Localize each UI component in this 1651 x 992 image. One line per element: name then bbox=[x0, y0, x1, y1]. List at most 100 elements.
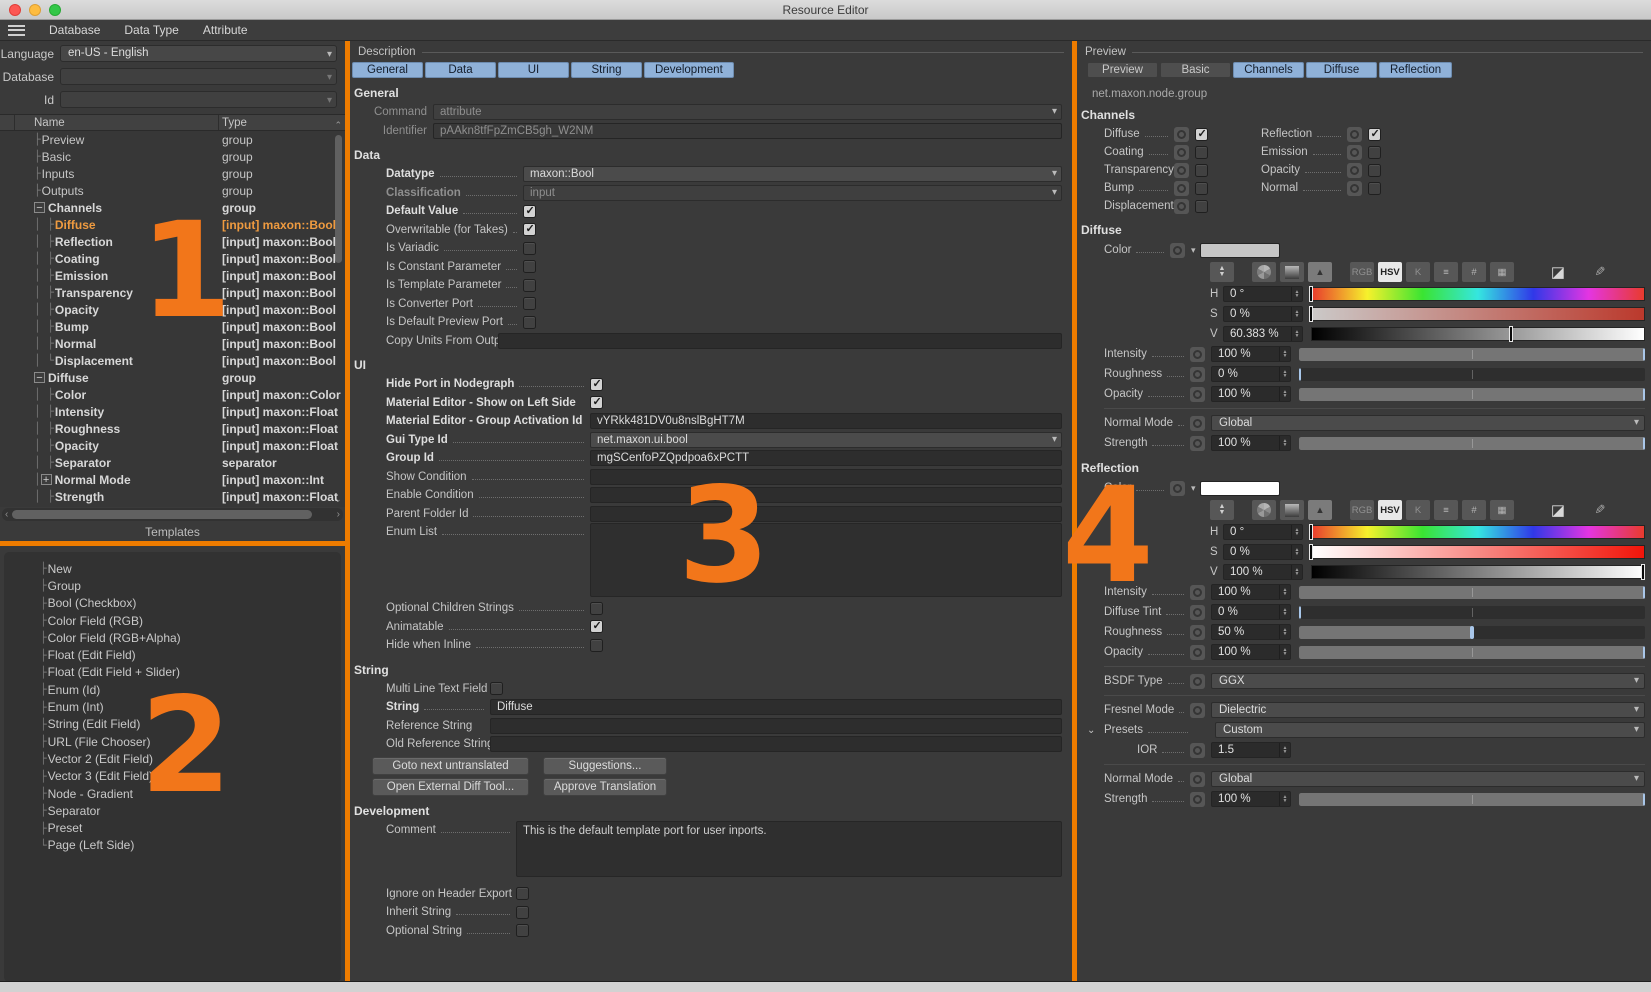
diffuse-sat-gradient[interactable] bbox=[1311, 307, 1645, 321]
port-circle-icon[interactable] bbox=[1347, 127, 1362, 142]
mixer-mode-icon[interactable]: ≡ bbox=[1434, 262, 1458, 282]
menu-database[interactable]: Database bbox=[49, 23, 100, 37]
compare-colors-icon[interactable]: ◪ bbox=[1546, 500, 1570, 520]
mixer-mode-icon[interactable]: ≡ bbox=[1434, 500, 1458, 520]
list-item[interactable]: ├New bbox=[4, 560, 341, 577]
strength-slider[interactable] bbox=[1299, 437, 1645, 450]
command-select[interactable]: attribute▾ bbox=[433, 104, 1062, 120]
open-external-diff-button[interactable]: Open External Diff Tool... bbox=[372, 778, 529, 796]
expander-icon[interactable]: + bbox=[41, 474, 52, 485]
tab-general[interactable]: General bbox=[352, 62, 423, 78]
stepper-icon[interactable]: ▲▼ bbox=[1279, 347, 1290, 361]
opacity-slider[interactable] bbox=[1299, 388, 1645, 401]
slider-thumb[interactable] bbox=[1299, 368, 1301, 381]
is-variadic-checkbox[interactable] bbox=[523, 242, 536, 255]
channel-checkbox[interactable] bbox=[1195, 182, 1208, 195]
optional-string-checkbox[interactable] bbox=[516, 924, 529, 937]
roughness-slider[interactable] bbox=[1299, 626, 1645, 639]
reflection-hue-field[interactable]: 0 °▲▼ bbox=[1223, 524, 1303, 540]
reflection-val-gradient[interactable] bbox=[1311, 565, 1645, 579]
group-id-field[interactable]: mgSCenfoPZQpdpoa6xPCTT bbox=[590, 450, 1062, 466]
multiline-checkbox[interactable] bbox=[490, 682, 503, 695]
channel-checkbox[interactable] bbox=[1368, 128, 1381, 141]
port-circle-icon[interactable] bbox=[1174, 127, 1189, 142]
color-wheel-icon[interactable] bbox=[1252, 500, 1276, 520]
stepper-icon[interactable]: ▲▼ bbox=[1279, 792, 1290, 806]
expander-icon[interactable]: − bbox=[34, 372, 45, 383]
eyedropper-icon[interactable]: ✎ bbox=[1588, 262, 1612, 282]
intensity-field[interactable]: 100 %▲▼ bbox=[1211, 346, 1291, 362]
swatches-mode-icon[interactable]: ▦ bbox=[1490, 262, 1514, 282]
reflection-hue-gradient[interactable] bbox=[1311, 525, 1645, 539]
slider-thumb[interactable] bbox=[1643, 586, 1645, 599]
close-window-icon[interactable] bbox=[9, 4, 21, 16]
list-item[interactable]: ├Color Field (RGB+Alpha) bbox=[4, 629, 341, 646]
port-circle-icon[interactable] bbox=[1174, 163, 1189, 178]
collapse-icon[interactable]: ▲▼ bbox=[1210, 262, 1234, 282]
stepper-icon[interactable]: ▲▼ bbox=[1291, 327, 1302, 341]
port-circle-icon[interactable] bbox=[1190, 772, 1205, 787]
normal-mode-select[interactable]: Global▾ bbox=[1211, 415, 1645, 431]
port-circle-icon[interactable] bbox=[1190, 625, 1205, 640]
gui-type-select[interactable]: net.maxon.ui.bool▾ bbox=[590, 432, 1062, 448]
list-item[interactable]: ├Bool (Checkbox) bbox=[4, 595, 341, 612]
hex-mode-icon[interactable]: # bbox=[1462, 262, 1486, 282]
slider-thumb[interactable] bbox=[1643, 437, 1645, 450]
image-icon[interactable]: ▲ bbox=[1308, 500, 1332, 520]
ior-field[interactable]: 1.5▲▼ bbox=[1211, 742, 1291, 758]
slider-thumb[interactable] bbox=[1643, 348, 1645, 361]
roughness-field[interactable]: 0 %▲▼ bbox=[1211, 366, 1291, 382]
is-converter-checkbox[interactable] bbox=[523, 297, 536, 310]
stepper-icon[interactable]: ▲▼ bbox=[1291, 525, 1302, 539]
group-activation-field[interactable]: vYRkk481DV0u8nslBgHT7M bbox=[590, 413, 1062, 429]
channel-checkbox[interactable] bbox=[1195, 128, 1208, 141]
stepper-icon[interactable]: ▲▼ bbox=[1291, 307, 1302, 321]
port-circle-icon[interactable] bbox=[1347, 163, 1362, 178]
opacity-field[interactable]: 100 %▲▼ bbox=[1211, 386, 1291, 402]
stepper-icon[interactable]: ▲▼ bbox=[1279, 585, 1290, 599]
expand-chevron-icon[interactable]: ⌄ bbox=[1087, 725, 1099, 736]
stepper-icon[interactable]: ▲▼ bbox=[1291, 287, 1302, 301]
port-circle-icon[interactable] bbox=[1174, 199, 1189, 214]
database-select[interactable]: ▾ bbox=[60, 68, 337, 85]
menu-data-type[interactable]: Data Type bbox=[124, 23, 178, 37]
overwritable-checkbox[interactable] bbox=[523, 223, 536, 236]
string-field[interactable]: Diffuse bbox=[490, 699, 1062, 715]
chevron-down-icon[interactable]: ▾ bbox=[1191, 245, 1196, 256]
table-row[interactable]: │ ├Roughness [input] maxon::Float bbox=[0, 420, 345, 437]
hsv-mode-icon[interactable]: HSV bbox=[1378, 500, 1402, 520]
port-circle-icon[interactable] bbox=[1190, 743, 1205, 758]
identifier-field[interactable]: pAAkn8tfFpZmCB5gh_W2NM bbox=[433, 123, 1062, 139]
preview-tab[interactable]: Preview bbox=[1087, 62, 1158, 78]
preview-tab[interactable]: Reflection bbox=[1379, 62, 1452, 78]
port-circle-icon[interactable] bbox=[1190, 367, 1205, 382]
presets-select[interactable]: Custom▾ bbox=[1215, 722, 1645, 738]
parent-folder-field[interactable] bbox=[590, 506, 1062, 522]
gradient-cursor[interactable] bbox=[1510, 327, 1512, 341]
tab-string[interactable]: String bbox=[571, 62, 642, 78]
channel-checkbox[interactable] bbox=[1368, 146, 1381, 159]
roughness-field[interactable]: 50 %▲▼ bbox=[1211, 624, 1291, 640]
strength-field[interactable]: 100 %▲▼ bbox=[1211, 791, 1291, 807]
port-circle-icon[interactable] bbox=[1174, 145, 1189, 160]
stepper-icon[interactable]: ▲▼ bbox=[1279, 743, 1290, 757]
normal-mode-select[interactable]: Global▾ bbox=[1211, 771, 1645, 787]
collapse-icon[interactable]: ▲▼ bbox=[1210, 500, 1234, 520]
table-row[interactable]: │ ├Opacity [input] maxon::Float bbox=[0, 437, 345, 454]
diffuse-tint-slider[interactable] bbox=[1299, 606, 1645, 619]
expander-icon[interactable]: − bbox=[34, 202, 45, 213]
table-row[interactable]: −Diffuse group bbox=[0, 369, 345, 386]
optional-children-checkbox[interactable] bbox=[590, 602, 603, 615]
gradient-icon[interactable] bbox=[1280, 262, 1304, 282]
slider-thumb[interactable] bbox=[1470, 626, 1474, 639]
table-row[interactable]: ├Basic group bbox=[0, 148, 345, 165]
gradient-cursor[interactable] bbox=[1310, 525, 1312, 539]
gradient-cursor[interactable] bbox=[1310, 307, 1312, 321]
diffuse-val-gradient[interactable] bbox=[1311, 327, 1645, 341]
image-icon[interactable]: ▲ bbox=[1308, 262, 1332, 282]
stepper-icon[interactable]: ▲▼ bbox=[1279, 605, 1290, 619]
gradient-cursor[interactable] bbox=[1642, 565, 1644, 579]
gradient-cursor[interactable] bbox=[1310, 287, 1312, 301]
intensity-field[interactable]: 100 %▲▼ bbox=[1211, 584, 1291, 600]
kelvin-mode-icon[interactable]: K bbox=[1406, 500, 1430, 520]
